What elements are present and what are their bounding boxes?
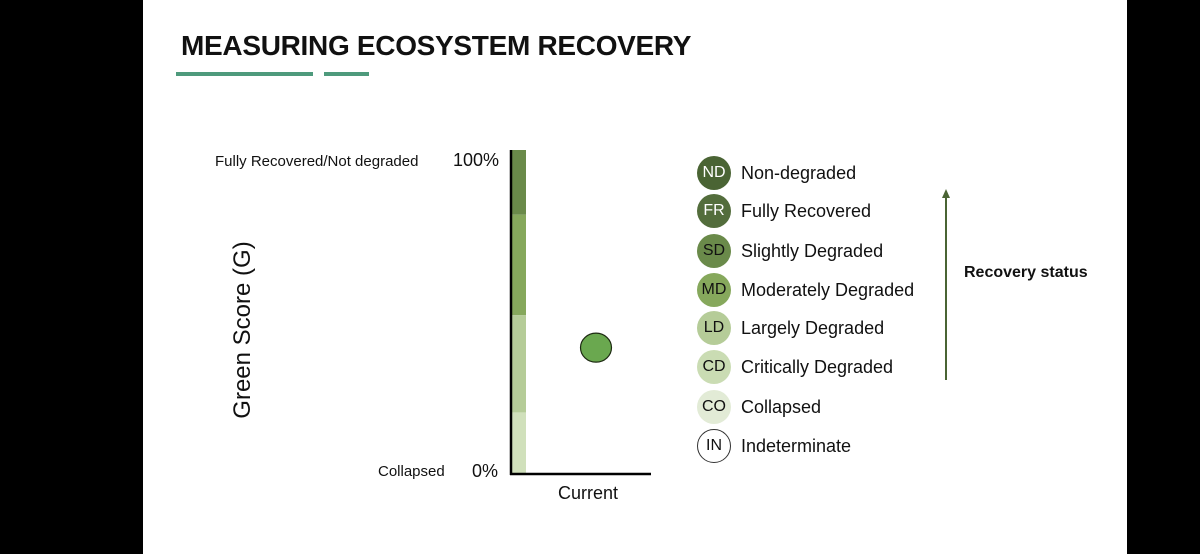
legend-label: Indeterminate (741, 435, 852, 456)
score-band-3 (512, 412, 526, 474)
legend-item-co: CO Collapsed (697, 390, 821, 424)
legend-label: Moderately Degraded (741, 279, 915, 300)
legend-item-in: IN Indeterminate (697, 429, 851, 463)
legend-badge-fr: FR (697, 194, 731, 228)
legend-item-nd: ND Non-degraded (697, 156, 856, 190)
legend-badge-ld: LD (697, 311, 731, 345)
legend-item-ld: LD Largely Degraded (697, 311, 884, 345)
data-point (579, 332, 613, 363)
legend-label: Critically Degraded (741, 356, 894, 377)
recovery-status-label: Recovery status (964, 264, 1088, 281)
legend-item-sd: SD Slightly Degraded (697, 234, 883, 268)
legend-badge-in: IN (697, 429, 731, 463)
legend-label: Collapsed (741, 396, 822, 417)
legend-badge-co: CO (697, 390, 731, 424)
score-bands (512, 150, 526, 474)
x-axis-label: Current (558, 483, 619, 503)
legend-label: Fully Recovered (741, 200, 872, 221)
data-points (579, 332, 613, 363)
legend-label: Non-degraded (741, 162, 857, 183)
legend-item-cd: CD Critically Degraded (697, 350, 893, 384)
legend-label: Largely Degraded (741, 317, 885, 338)
legend-badge-nd: ND (697, 156, 731, 190)
legend-badge-cd: CD (697, 350, 731, 384)
legend-label: Slightly Degraded (741, 240, 884, 261)
recovery-arrow-head-icon (942, 189, 950, 198)
legend-badge-md: MD (697, 273, 731, 307)
legend-item-fr: FR Fully Recovered (697, 194, 871, 228)
score-band-1 (512, 214, 526, 316)
legend-item-md: MD Moderately Degraded (697, 273, 914, 307)
legend-badge-sd: SD (697, 234, 731, 268)
score-band-2 (512, 315, 526, 413)
score-band-0 (512, 150, 526, 215)
